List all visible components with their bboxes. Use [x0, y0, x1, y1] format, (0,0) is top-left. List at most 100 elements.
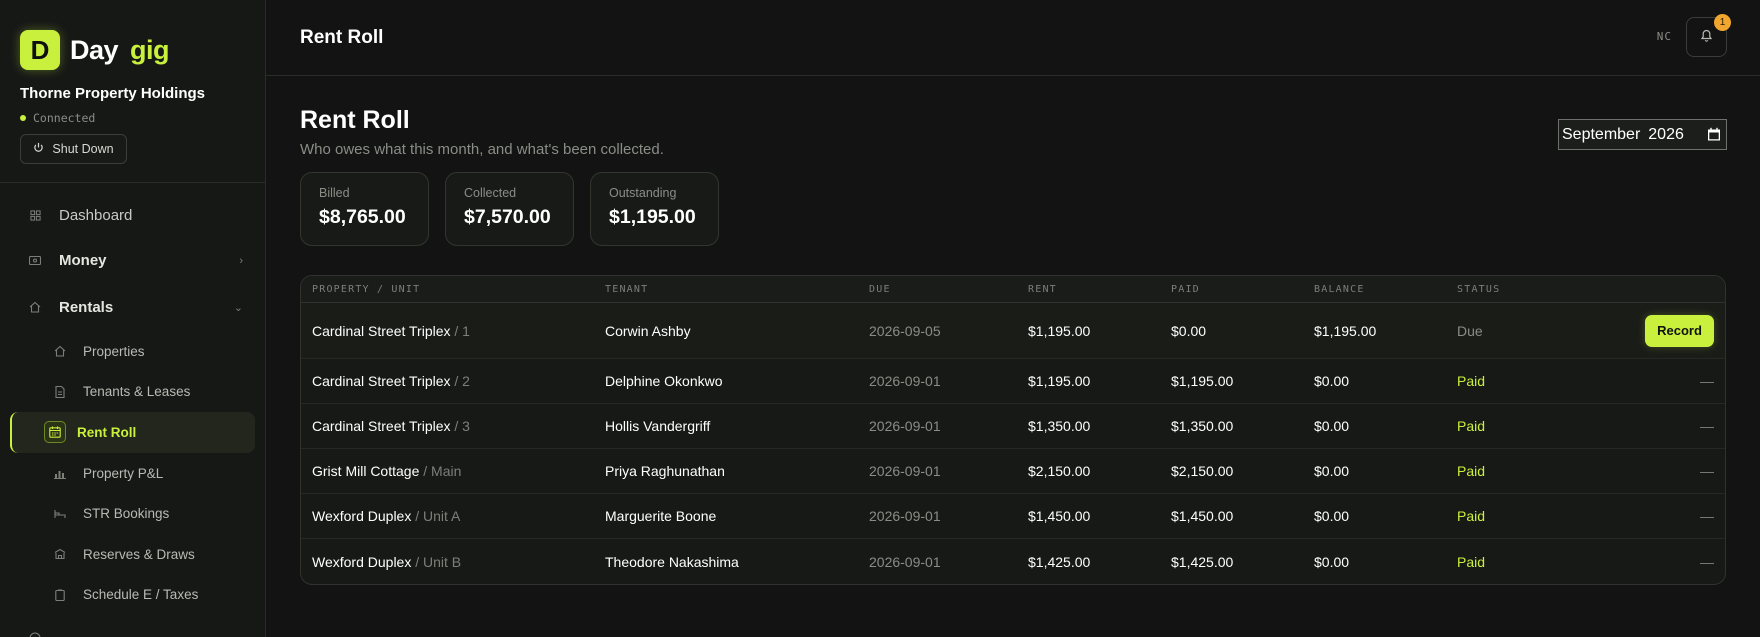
unit-name: / Unit A — [415, 508, 461, 524]
bed-icon — [54, 508, 66, 520]
stat-label: Collected — [464, 186, 517, 200]
sidebar-item-rentals[interactable]: Rentals ⌄ — [0, 283, 265, 331]
cell-rent: $1,195.00 — [1028, 373, 1091, 389]
cell-due: 2026-09-01 — [869, 463, 941, 479]
table-row[interactable]: Grist Mill Cottage / Main Priya Raghunat… — [301, 449, 1725, 494]
brand[interactable]: D Day gig — [20, 29, 245, 71]
stat-label: Billed — [319, 186, 350, 200]
property-name: Wexford Duplex — [312, 508, 412, 524]
cell-balance: $0.00 — [1314, 463, 1350, 479]
dashboard-icon — [29, 210, 41, 222]
table-row[interactable]: Cardinal Street Triplex / 1 Corwin Ashby… — [301, 303, 1725, 359]
sidebar-item-reserves-draws[interactable]: Reserves & Draws — [0, 534, 265, 575]
stat-card-collected: Collected $7,570.00 — [445, 172, 574, 246]
document-icon — [54, 385, 66, 398]
cell-property: Wexford Duplex / Unit A — [301, 508, 605, 524]
stat-value: $1,195.00 — [609, 206, 696, 228]
sidebar-item-label: Money — [59, 252, 107, 269]
column-header-due[interactable]: Due — [869, 284, 1028, 295]
sidebar-item-str-bookings[interactable]: STR Bookings — [0, 493, 265, 534]
sidebar-nav: Dashboard Money › Rentals ⌄ Properties T… — [0, 183, 265, 637]
cell-rent: $1,450.00 — [1028, 508, 1091, 524]
power-icon — [33, 142, 44, 156]
sidebar-item-property-pl[interactable]: Property P&L — [0, 453, 265, 494]
cell-action: — — [1700, 553, 1714, 570]
notification-badge: 1 — [1714, 14, 1731, 31]
cell-paid: $1,425.00 — [1171, 553, 1234, 570]
sidebar-item-label: Rent Roll — [77, 424, 137, 440]
sidebar-item-rent-roll[interactable]: Rent Roll — [10, 412, 255, 453]
cell-property: Cardinal Street Triplex / 2 — [301, 373, 605, 389]
status-badge: Paid — [1457, 463, 1486, 479]
cell-paid: $1,450.00 — [1171, 508, 1234, 524]
cell-action: — — [1700, 508, 1714, 524]
cell-tenant: Marguerite Boone — [605, 508, 717, 524]
topbar: Rent Roll NC 1 — [266, 0, 1760, 76]
sidebar-item-label: Tenants & Leases — [83, 384, 191, 400]
sidebar-item-label: Properties — [83, 343, 145, 359]
page-subtitle: Who owes what this month, and what's bee… — [300, 141, 664, 158]
cell-tenant: Corwin Ashby — [605, 322, 691, 339]
org-name: Thorne Property Holdings — [20, 85, 206, 102]
calendar-icon — [44, 421, 66, 444]
property-name: Wexford Duplex — [312, 553, 412, 570]
sidebar-item-partial — [0, 615, 265, 637]
bar-chart-icon — [54, 467, 66, 479]
column-header-paid[interactable]: Paid — [1171, 284, 1314, 295]
cell-tenant: Hollis Vandergriff — [605, 418, 711, 434]
unit-name: / 2 — [454, 373, 470, 389]
cell-property: Cardinal Street Triplex / 1 — [301, 323, 605, 339]
cell-balance: $0.00 — [1314, 508, 1350, 524]
sidebar-item-label: Schedule E / Taxes — [83, 587, 199, 603]
shutdown-button[interactable]: Shut Down — [20, 134, 127, 164]
table-row[interactable]: Wexford Duplex / Unit A Marguerite Boone… — [301, 494, 1725, 539]
cell-action: — — [1700, 418, 1714, 434]
column-header-status[interactable]: Status — [1457, 284, 1577, 295]
stat-card-outstanding: Outstanding $1,195.00 — [590, 172, 719, 246]
cell-tenant: Theodore Nakashima — [605, 553, 739, 570]
cell-rent: $2,150.00 — [1028, 463, 1091, 479]
sidebar-item-label: Reserves & Draws — [83, 546, 195, 562]
sidebar-item-label: Property P&L — [83, 465, 164, 481]
cell-balance: $0.00 — [1314, 418, 1350, 434]
sidebar-item-money[interactable]: Money › — [0, 238, 265, 283]
sidebar-item-dashboard[interactable]: Dashboard — [0, 193, 265, 238]
stat-value: $8,765.00 — [319, 206, 406, 228]
content: Rent Roll Who owes what this month, and … — [266, 76, 1760, 585]
clipboard-icon — [54, 589, 66, 601]
main-area: Rent Roll NC 1 Rent Roll Who owes what t… — [266, 0, 1760, 637]
column-header-balance[interactable]: Balance — [1314, 284, 1457, 295]
table-row[interactable]: Wexford Duplex / Unit B Theodore Nakashi… — [301, 539, 1725, 584]
sidebar-item-label: Dashboard — [59, 207, 133, 224]
column-header-property[interactable]: Property / Unit — [301, 284, 605, 295]
cell-balance: $0.00 — [1314, 553, 1350, 570]
brand-block: D Day gig Thorne Property Holdings Conne… — [0, 0, 265, 183]
month-picker[interactable]: September 2026 — [1558, 119, 1727, 150]
stat-value: $7,570.00 — [464, 206, 551, 228]
table-row[interactable]: Cardinal Street Triplex / 3 Hollis Vande… — [301, 404, 1725, 449]
table-row[interactable]: Cardinal Street Triplex / 2 Delphine Oko… — [301, 359, 1725, 404]
user-initials[interactable]: NC — [1657, 30, 1672, 43]
notifications-button[interactable]: 1 — [1686, 14, 1731, 57]
sidebar-item-tenants-leases[interactable]: Tenants & Leases — [0, 372, 265, 413]
stat-label: Outstanding — [609, 186, 677, 200]
calendar-icon[interactable] — [1707, 127, 1721, 141]
unit-name: / Unit B — [415, 553, 462, 570]
column-header-rent[interactable]: Rent — [1028, 284, 1171, 295]
column-header-tenant[interactable]: Tenant — [605, 284, 869, 295]
sidebar-item-schedule-e-taxes[interactable]: Schedule E / Taxes — [0, 575, 265, 616]
cell-rent: $1,195.00 — [1028, 322, 1091, 339]
logo: D — [20, 30, 60, 70]
property-name: Grist Mill Cottage — [312, 463, 420, 479]
sidebar-item-label: STR Bookings — [83, 506, 170, 522]
cell-property: Cardinal Street Triplex / 3 — [301, 418, 605, 434]
cell-rent: $1,425.00 — [1028, 553, 1091, 570]
record-payment-button[interactable]: Record — [1645, 314, 1714, 347]
cell-due: 2026-09-01 — [869, 418, 941, 434]
property-name: Cardinal Street Triplex — [312, 322, 451, 339]
cell-due: 2026-09-01 — [869, 553, 941, 570]
cell-paid: $0.00 — [1171, 322, 1207, 339]
sidebar-item-properties[interactable]: Properties — [0, 331, 265, 372]
cell-rent: $1,350.00 — [1028, 418, 1091, 434]
cell-due: 2026-09-05 — [869, 322, 941, 339]
